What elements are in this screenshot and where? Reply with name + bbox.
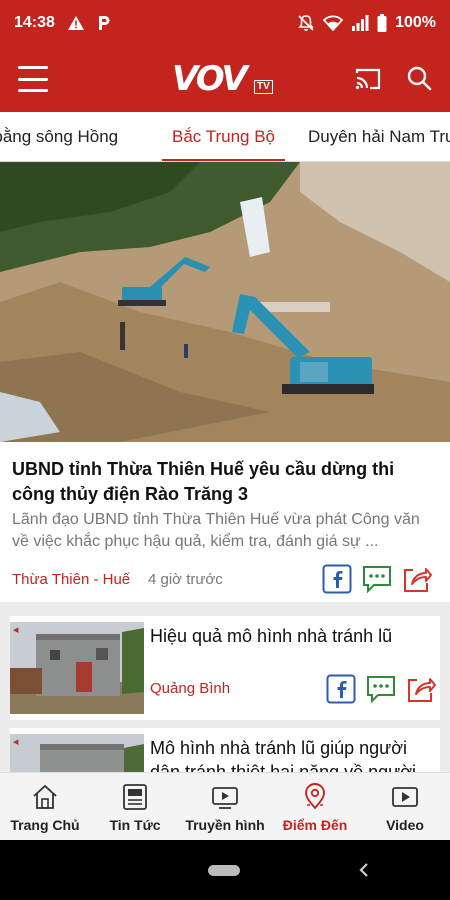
logo-suffix: TV bbox=[254, 80, 273, 94]
app-bar: VOV TV bbox=[0, 46, 450, 112]
cast-icon[interactable] bbox=[354, 66, 382, 92]
news-icon bbox=[123, 784, 147, 810]
article-thumbnail: ◀ bbox=[10, 734, 144, 772]
tab-duyen-hai-nam-trung-bo[interactable]: Duyên hải Nam Trung Bộ bbox=[308, 112, 450, 161]
svg-text:◀: ◀ bbox=[13, 738, 19, 746]
menu-button[interactable] bbox=[18, 66, 48, 92]
home-icon bbox=[33, 784, 57, 809]
bottom-navigation: Trang Chủ Tin Tức Truyền hình Điểm Đến V… bbox=[0, 772, 450, 840]
article-title[interactable]: Mô hình nhà tránh lũ giúp người dân trán… bbox=[150, 736, 430, 772]
article-share-icons bbox=[326, 674, 436, 704]
signal-icon bbox=[352, 15, 369, 31]
share-icon[interactable] bbox=[402, 564, 432, 594]
mute-icon bbox=[298, 15, 314, 31]
menu-icon-bar bbox=[18, 77, 48, 81]
featured-region[interactable]: Thừa Thiên - Huế bbox=[12, 571, 130, 588]
svg-text:◀: ◀ bbox=[13, 626, 19, 634]
share-icon[interactable] bbox=[406, 674, 436, 704]
status-time: 14:38 bbox=[14, 14, 55, 31]
nav-label: Video bbox=[386, 817, 424, 833]
comment-icon[interactable] bbox=[366, 674, 396, 704]
search-icon[interactable] bbox=[405, 64, 433, 92]
featured-share-icons bbox=[322, 564, 432, 594]
nav-label: Trang Chủ bbox=[10, 817, 80, 833]
battery-icon bbox=[377, 14, 387, 32]
nav-tv[interactable]: Truyền hình bbox=[180, 773, 270, 840]
system-navigation-bar bbox=[0, 840, 450, 900]
logo-text: VOV bbox=[172, 59, 248, 99]
wifi-icon bbox=[323, 15, 344, 31]
featured-article[interactable]: UBND tỉnh Thừa Thiên Huế yêu cầu dừng th… bbox=[0, 162, 450, 602]
facebook-icon[interactable] bbox=[322, 564, 352, 594]
warning-icon bbox=[67, 16, 84, 30]
comment-icon[interactable] bbox=[362, 564, 392, 594]
article-title[interactable]: Hiệu quả mô hình nhà tránh lũ bbox=[150, 624, 430, 648]
video-icon bbox=[392, 787, 418, 807]
nav-label: Truyền hình bbox=[185, 817, 265, 833]
nav-label: Tin Tức bbox=[109, 817, 161, 833]
battery-level: 100% bbox=[395, 14, 436, 31]
news-feed[interactable]: UBND tỉnh Thừa Thiên Huế yêu cầu dừng th… bbox=[0, 162, 450, 772]
location-icon bbox=[305, 783, 325, 810]
menu-icon-bar bbox=[18, 66, 48, 69]
tab-dong-bang-song-hong[interactable]: Đồng bằng sông Hồng bbox=[0, 112, 118, 161]
article-card[interactable]: ◀ Mô hình nhà tránh lũ giúp người dân tr… bbox=[10, 728, 440, 772]
back-icon[interactable] bbox=[352, 858, 376, 882]
nav-home[interactable]: Trang Chủ bbox=[0, 773, 90, 840]
tab-bac-trung-bo[interactable]: Bắc Trung Bộ bbox=[161, 112, 286, 161]
nav-video[interactable]: Video bbox=[360, 773, 450, 840]
tv-icon bbox=[212, 787, 238, 809]
featured-title[interactable]: UBND tỉnh Thừa Thiên Huế yêu cầu dừng th… bbox=[12, 457, 437, 507]
facebook-icon[interactable] bbox=[326, 674, 356, 704]
p-icon bbox=[98, 16, 110, 30]
region-tabs: Đồng bằng sông Hồng Bắc Trung Bộ Duyên h… bbox=[0, 112, 450, 162]
featured-time: 4 giờ trước bbox=[148, 571, 223, 588]
status-bar: 14:38 100% bbox=[0, 0, 450, 46]
article-region[interactable]: Quảng Bình bbox=[150, 680, 230, 697]
featured-image bbox=[0, 162, 450, 442]
menu-icon-bar bbox=[18, 89, 48, 92]
nav-news[interactable]: Tin Tức bbox=[90, 773, 180, 840]
nav-label: Điểm Đến bbox=[282, 817, 348, 833]
vov-logo[interactable]: VOV TV bbox=[172, 58, 282, 100]
nav-destination[interactable]: Điểm Đến bbox=[270, 773, 360, 840]
article-thumbnail: ◀ bbox=[10, 622, 144, 714]
featured-summary: Lãnh đạo UBND tỉnh Thừa Thiên Huế vừa ph… bbox=[12, 511, 420, 550]
article-card[interactable]: ◀ Hiệu quả mô hình nhà tránh lũ Quảng Bì… bbox=[10, 616, 440, 720]
home-pill-button[interactable] bbox=[208, 865, 240, 876]
